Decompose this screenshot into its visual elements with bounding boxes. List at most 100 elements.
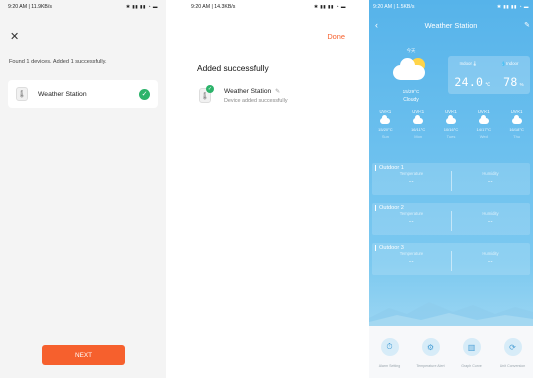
forecast-range: 14/17°C: [476, 127, 492, 132]
device-card[interactable]: 🌡 Weather Station ✓: [8, 80, 158, 108]
hum-value: --: [488, 259, 493, 265]
edit-icon[interactable]: ✎: [524, 21, 530, 29]
page-title: Added successfully: [197, 63, 269, 73]
forecast-uv: UVI<1: [379, 109, 392, 114]
temp-label: Temperature: [399, 251, 424, 256]
mountain-decoration: [369, 302, 533, 326]
status-time: 9:20 AM | 11.9KB/s: [8, 4, 52, 10]
outdoor-humidity: Humidity --: [451, 251, 530, 265]
tool-graph-curve[interactable]: ▥ Graph Curve: [453, 338, 491, 368]
tool-label: Unit Conversion: [499, 364, 526, 368]
device-name: Weather Station: [38, 90, 87, 98]
device-found-screen: 9:20 AM | 11.9KB/s ✱ ▮▮ ▮▮ ◔ ▬ ✕ Found 1…: [0, 0, 166, 378]
indoor-temp: 24.0 ℃: [454, 73, 490, 91]
forecast-range: 16/11°C: [411, 127, 426, 132]
back-icon[interactable]: ‹: [375, 20, 378, 30]
forecast-day: UVI<1 10/16°C Tues: [437, 109, 465, 139]
outdoor-temp: Temperature --: [372, 251, 451, 265]
page-title: Weather Station: [424, 20, 478, 30]
forecast-day-name: Mon: [414, 134, 423, 139]
current-weather: 今天 15/29°C Cloudy: [389, 48, 433, 103]
status-bar: 9:20 AM | 1.5KB/s ✱ ▮▮ ▮▮ ◔ ▬: [369, 0, 533, 14]
status-bar: 9:20 AM | 14.3KB/s ✱ ▮▮ ▮▮ ◔ ▬: [186, 0, 352, 14]
status-icons: ✱ ▮▮ ▮▮ ◔ ▬: [314, 4, 346, 9]
today-range: 15/29°C: [402, 89, 420, 94]
graph-icon: ▥: [462, 338, 481, 356]
tool-label: Alarm Setting: [378, 364, 401, 368]
outdoor-card[interactable]: Outdoor 1 Temperature -- Humidity --: [372, 163, 530, 195]
cloud-icon: [478, 115, 489, 124]
tools-bar: ⏱ Alarm Setting ⚙ Temperature Alert ▥ Gr…: [369, 338, 533, 368]
gear-icon: ⚙: [421, 338, 440, 356]
status-bar: 9:20 AM | 11.9KB/s ✱ ▮▮ ▮▮ ◔ ▬: [0, 0, 166, 14]
indoor-temp-value: 24.0: [454, 75, 484, 89]
forecast-day: UVI<1 16/11°C Mon: [404, 109, 432, 139]
outdoor-card[interactable]: Outdoor 2 Temperature -- Humidity --: [372, 203, 530, 235]
added-success-screen: 9:20 AM | 14.3KB/s ✱ ▮▮ ▮▮ ◔ ▬ Done Adde…: [186, 0, 352, 378]
today-condition: Cloudy: [403, 97, 419, 103]
indoor-hum-label: 💧Indoor: [500, 61, 519, 66]
status-time: 9:20 AM | 1.5KB/s: [373, 4, 415, 10]
forecast-range: 10/16°C: [443, 127, 459, 132]
temp-value: --: [409, 259, 414, 265]
forecast-day-name: Tues: [446, 134, 456, 139]
forecast-uv: UVI<1: [510, 109, 523, 114]
weather-station-screen: 9:20 AM | 1.5KB/s ✱ ▮▮ ▮▮ ◔ ▬ ‹ Weather …: [369, 0, 533, 378]
indoor-hum-value: 78: [503, 75, 518, 89]
added-device-row[interactable]: 🌡 ✓ Weather Station ✎ Device added succe…: [199, 85, 288, 104]
check-icon: ✓: [206, 85, 214, 93]
device-name: Weather Station: [224, 88, 272, 95]
forecast-day: UVI<1 15/20°C Sun: [371, 109, 399, 139]
tool-temperature-alert[interactable]: ⚙ Temperature Alert: [412, 338, 450, 368]
indoor-hum-unit: %: [519, 82, 524, 87]
hum-value: --: [488, 179, 493, 185]
indoor-humidity: 78%: [503, 73, 523, 91]
temp-label: Temperature: [399, 211, 424, 216]
status-icons: ✱ ▮▮ ▮▮ ◔ ▬: [497, 4, 529, 9]
cloud-icon: [511, 115, 522, 124]
outdoor-card[interactable]: Outdoor 3 Temperature -- Humidity --: [372, 243, 530, 275]
temp-value: --: [409, 179, 414, 185]
refresh-icon: ⟳: [503, 338, 522, 356]
cloudy-icon: [389, 55, 433, 85]
indoor-temp-unit: ℃: [485, 82, 491, 87]
forecast-uv: UVI<1: [445, 109, 457, 114]
cloud-icon: [445, 115, 456, 124]
alarm-clock-icon: ⏱: [380, 338, 399, 356]
device-text: Weather Station ✎ Device added successfu…: [224, 88, 288, 104]
temp-value: --: [409, 219, 414, 225]
hum-label: Humidity: [482, 251, 499, 256]
edit-icon[interactable]: ✎: [275, 88, 280, 95]
forecast-day: UVI<1 16/18°C Thu: [503, 109, 531, 139]
outdoor-temp: Temperature --: [372, 171, 451, 185]
device-subtitle: Device added successfully: [224, 98, 288, 104]
thermometer-icon: 🌡: [16, 87, 28, 101]
tool-unit-conversion[interactable]: ⟳ Unit Conversion: [494, 338, 532, 368]
close-icon[interactable]: ✕: [10, 32, 19, 43]
forecast-strip: UVI<1 15/20°C Sun UVI<1 16/11°C Mon UVI<…: [369, 109, 533, 139]
forecast-day-name: Sun: [381, 134, 389, 139]
cloud-icon: [380, 115, 391, 124]
temp-label: Temperature: [399, 171, 424, 176]
outdoor-humidity: Humidity --: [451, 211, 530, 225]
outdoor-temp: Temperature --: [372, 211, 451, 225]
nav-bar: ‹ Weather Station ✎: [369, 17, 533, 33]
indoor-temp-label: Indoor🌡: [459, 61, 478, 66]
forecast-range: 15/20°C: [378, 127, 393, 132]
cloud-shape: [393, 58, 425, 80]
cloud-icon: [413, 115, 424, 124]
today-label: 今天: [406, 48, 416, 53]
tool-alarm-setting[interactable]: ⏱ Alarm Setting: [371, 338, 409, 368]
found-summary: Found 1 devices. Added 1 successfully.: [9, 59, 107, 65]
forecast-uv: UVI<1: [477, 109, 490, 114]
indoor-card: Indoor🌡 💧Indoor 24.0 ℃ 78%: [448, 56, 530, 94]
forecast-day: UVI<1 14/17°C Wed: [470, 109, 498, 139]
forecast-uv: UVI<1: [412, 109, 425, 114]
status-icons: ✱ ▮▮ ▮▮ ◔ ▬: [126, 4, 158, 9]
indoor-values: 24.0 ℃ 78%: [448, 73, 530, 91]
forecast-day-name: Wed: [479, 134, 488, 139]
done-button[interactable]: Done: [327, 32, 345, 41]
tool-label: Graph Curve: [461, 364, 482, 368]
next-button[interactable]: NEXT: [42, 345, 125, 365]
forecast-range: 16/18°C: [509, 127, 524, 132]
